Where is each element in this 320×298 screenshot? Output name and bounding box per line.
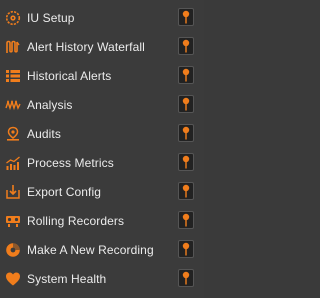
pin-button[interactable] bbox=[178, 66, 194, 84]
menu-item-make-a-new-recording[interactable]: Make A New Recording bbox=[0, 235, 204, 264]
pushpin-icon bbox=[182, 97, 190, 111]
record-disc-icon bbox=[5, 242, 21, 258]
pushpin-icon bbox=[182, 10, 190, 24]
trend-chart-icon bbox=[5, 155, 21, 171]
pin-button[interactable] bbox=[178, 211, 194, 229]
pushpin-icon bbox=[182, 68, 190, 82]
pin-button[interactable] bbox=[178, 124, 194, 142]
waterfall-icon bbox=[5, 39, 21, 55]
menu-item-historical-alerts[interactable]: Historical Alerts bbox=[0, 61, 204, 90]
gear-biohazard-icon bbox=[5, 10, 21, 26]
pin-button[interactable] bbox=[178, 37, 194, 55]
menu-item-alert-history-waterfall[interactable]: Alert History Waterfall bbox=[0, 32, 204, 61]
list-icon bbox=[5, 68, 21, 84]
waveform-icon bbox=[5, 97, 21, 113]
pin-button[interactable] bbox=[178, 269, 194, 287]
pin-button[interactable] bbox=[178, 8, 194, 26]
pushpin-icon bbox=[182, 242, 190, 256]
pin-button[interactable] bbox=[178, 153, 194, 171]
menu-item-iu-setup[interactable]: IU Setup bbox=[0, 3, 204, 32]
pin-button[interactable] bbox=[178, 240, 194, 258]
navigation-menu: IU Setup Alert History Waterfall Histori… bbox=[0, 0, 204, 298]
pushpin-icon bbox=[182, 39, 190, 53]
pushpin-icon bbox=[182, 213, 190, 227]
location-pin-icon bbox=[5, 126, 21, 142]
menu-item-rolling-recorders[interactable]: Rolling Recorders bbox=[0, 206, 204, 235]
recorder-icon bbox=[5, 213, 21, 229]
menu-item-process-metrics[interactable]: Process Metrics bbox=[0, 148, 204, 177]
pin-button[interactable] bbox=[178, 182, 194, 200]
pushpin-icon bbox=[182, 126, 190, 140]
menu-item-export-config[interactable]: Export Config bbox=[0, 177, 204, 206]
pushpin-icon bbox=[182, 155, 190, 169]
heart-icon bbox=[5, 271, 21, 287]
menu-item-audits[interactable]: Audits bbox=[0, 119, 204, 148]
pushpin-icon bbox=[182, 271, 190, 285]
menu-item-system-health[interactable]: System Health bbox=[0, 264, 204, 293]
pushpin-icon bbox=[182, 184, 190, 198]
export-icon bbox=[5, 184, 21, 200]
menu-item-analysis[interactable]: Analysis bbox=[0, 90, 204, 119]
pin-button[interactable] bbox=[178, 95, 194, 113]
